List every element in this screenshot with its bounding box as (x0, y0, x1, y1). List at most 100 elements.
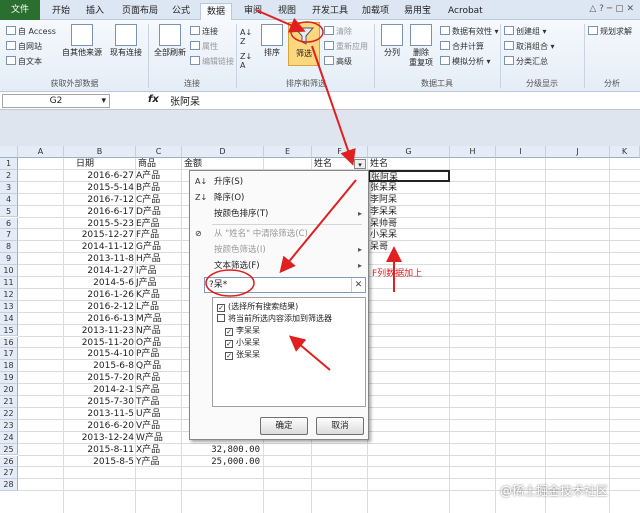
row-header[interactable]: 21 (0, 396, 18, 408)
sort-az-button[interactable]: A↓ Z (240, 28, 252, 46)
list-item[interactable]: ✓ (选择所有搜索结果) (217, 301, 298, 312)
cell-date[interactable]: 2015-8-5 (64, 456, 134, 468)
column-header[interactable]: F (312, 146, 368, 158)
cell-product[interactable]: L产品 (136, 301, 182, 313)
cell-product[interactable]: F产品 (136, 229, 182, 241)
cell-date[interactable]: 2013-11-8 (64, 253, 134, 265)
group-button[interactable]: 创建组 ▾ (504, 26, 547, 37)
cell-product[interactable]: H产品 (136, 253, 182, 265)
tab-developer[interactable]: 开发工具 (306, 3, 354, 20)
list-item[interactable]: 将当前所选内容添加到筛选器 (217, 313, 332, 324)
row-header[interactable]: 12 (0, 288, 18, 301)
row-header[interactable]: 16 (0, 336, 18, 349)
cancel-button[interactable]: 取消 (316, 417, 364, 435)
cell-product[interactable]: C产品 (136, 194, 182, 206)
cell-name[interactable]: 呆帅哥 (370, 218, 448, 230)
cell-date[interactable]: 2013-11-5 (64, 408, 134, 420)
insert-function-button[interactable]: fx (148, 94, 159, 105)
row-header[interactable]: 2 (0, 169, 18, 182)
column-header[interactable]: G (368, 146, 450, 158)
cell-date[interactable]: 2015-5-14 (64, 182, 134, 194)
window-controls[interactable]: △ ? ─ ▢ ✕ (589, 4, 634, 14)
cell-name[interactable]: 张阿呆 (368, 169, 450, 182)
cell-date[interactable]: 2015-11-20 (64, 337, 134, 349)
cell-product[interactable]: X产品 (136, 444, 182, 456)
column-header[interactable]: B (64, 146, 136, 158)
row-header[interactable]: 14 (0, 312, 18, 325)
list-item[interactable]: ✓ 李呆呆 (225, 325, 260, 336)
cell-name[interactable]: 李呆呆 (370, 206, 448, 218)
row-header[interactable]: 4 (0, 193, 18, 206)
row-header[interactable]: 10 (0, 265, 18, 277)
cell-date[interactable]: 2016-1-26 (64, 289, 134, 301)
column-header[interactable]: K (610, 146, 640, 158)
edit-links-button[interactable]: 编辑链接 (190, 56, 234, 67)
cell-date[interactable]: 2015-8-11 (64, 444, 134, 456)
row-header[interactable]: 28 (0, 479, 18, 492)
row-header[interactable]: 1 (0, 158, 18, 170)
cell-product[interactable]: O产品 (136, 337, 182, 349)
column-header[interactable]: C (136, 146, 182, 158)
cell-date[interactable]: 2014-1-27 (64, 265, 134, 277)
row-header[interactable]: 26 (0, 455, 18, 468)
cell-product[interactable]: N产品 (136, 325, 182, 337)
cell-name[interactable]: 小呆呆 (370, 229, 448, 241)
row-header[interactable]: 3 (0, 181, 18, 194)
cell-date[interactable]: 2015-7-20 (64, 372, 134, 384)
row-header[interactable]: 25 (0, 443, 18, 456)
tab-acrobat[interactable]: Acrobat (442, 3, 489, 20)
checkbox[interactable]: ✓ (225, 340, 233, 348)
cell-date[interactable]: 2015-6-8 (64, 360, 134, 372)
from-other-sources-button[interactable]: 自其他来源 (62, 24, 102, 58)
properties-button[interactable]: 属性 (190, 41, 218, 52)
cell-product[interactable]: A产品 (136, 170, 182, 182)
solver-button[interactable]: 规划求解 (588, 26, 632, 37)
cell-product[interactable]: G产品 (136, 241, 182, 253)
row-header[interactable]: 13 (0, 300, 18, 313)
cell-product[interactable]: Q产品 (136, 360, 182, 372)
advanced-filter-button[interactable]: 高级 (324, 56, 352, 67)
row-header[interactable]: 19 (0, 372, 18, 385)
checkbox[interactable]: ✓ (225, 328, 233, 336)
tab-home[interactable]: 开始 (46, 3, 76, 20)
cell-date[interactable]: 2013-12-24 (64, 432, 134, 444)
row-header[interactable]: 18 (0, 360, 18, 373)
cell-date[interactable]: 2015-5-23 (64, 218, 134, 230)
cell-product[interactable]: P产品 (136, 348, 182, 360)
cell-amount[interactable]: 32,800.00 (182, 444, 260, 456)
cell-product[interactable]: Y产品 (136, 456, 182, 468)
from-web-button[interactable]: 自网站 (6, 41, 42, 52)
row-header[interactable]: 20 (0, 384, 18, 396)
from-text-button[interactable]: 自文本 (6, 56, 42, 67)
cell-product[interactable]: V产品 (136, 420, 182, 432)
cell-product[interactable]: J产品 (136, 277, 182, 289)
cell-product[interactable]: S产品 (136, 384, 182, 396)
cell-date[interactable]: 2016-6-13 (64, 313, 134, 325)
cell-product[interactable]: I产品 (136, 265, 182, 277)
column-header[interactable]: J (546, 146, 610, 158)
remove-duplicates-button[interactable]: 删除 重复项 (406, 24, 436, 68)
tab-review[interactable]: 审阅 (238, 3, 268, 20)
cell-date[interactable]: 2014-11-12 (64, 241, 134, 253)
select-all-corner[interactable] (0, 146, 18, 158)
sort-za-button[interactable]: Z↓ A (240, 52, 252, 70)
reapply-button[interactable]: 重新应用 (324, 41, 368, 52)
checkbox[interactable]: ✓ (217, 304, 225, 312)
checkbox[interactable]: ✓ (225, 352, 233, 360)
what-if-button[interactable]: 模拟分析 ▾ (440, 56, 491, 67)
sort-by-color-item[interactable]: 按颜色排序(T) ▸ (190, 205, 368, 223)
text-to-columns-button[interactable]: 分列 (378, 24, 406, 58)
sort-button[interactable]: 排序 (258, 24, 286, 58)
row-header[interactable]: 24 (0, 431, 18, 444)
cell-date[interactable]: 2014-5-6 (64, 277, 134, 289)
list-item[interactable]: ✓ 小呆呆 (225, 337, 260, 348)
row-header[interactable]: 8 (0, 241, 18, 254)
list-item[interactable]: ✓ 张呆呆 (225, 349, 260, 360)
consolidate-button[interactable]: 合并计算 (440, 41, 484, 52)
from-access-button[interactable]: 自 Access (6, 26, 56, 37)
data-validation-button[interactable]: 数据有效性 ▾ (440, 26, 499, 37)
column-header[interactable]: I (496, 146, 546, 158)
tab-data[interactable]: 数据 (200, 3, 233, 20)
cell-name[interactable]: 呆哥 (370, 241, 448, 253)
cell-date[interactable]: 2016-6-17 (64, 206, 134, 218)
